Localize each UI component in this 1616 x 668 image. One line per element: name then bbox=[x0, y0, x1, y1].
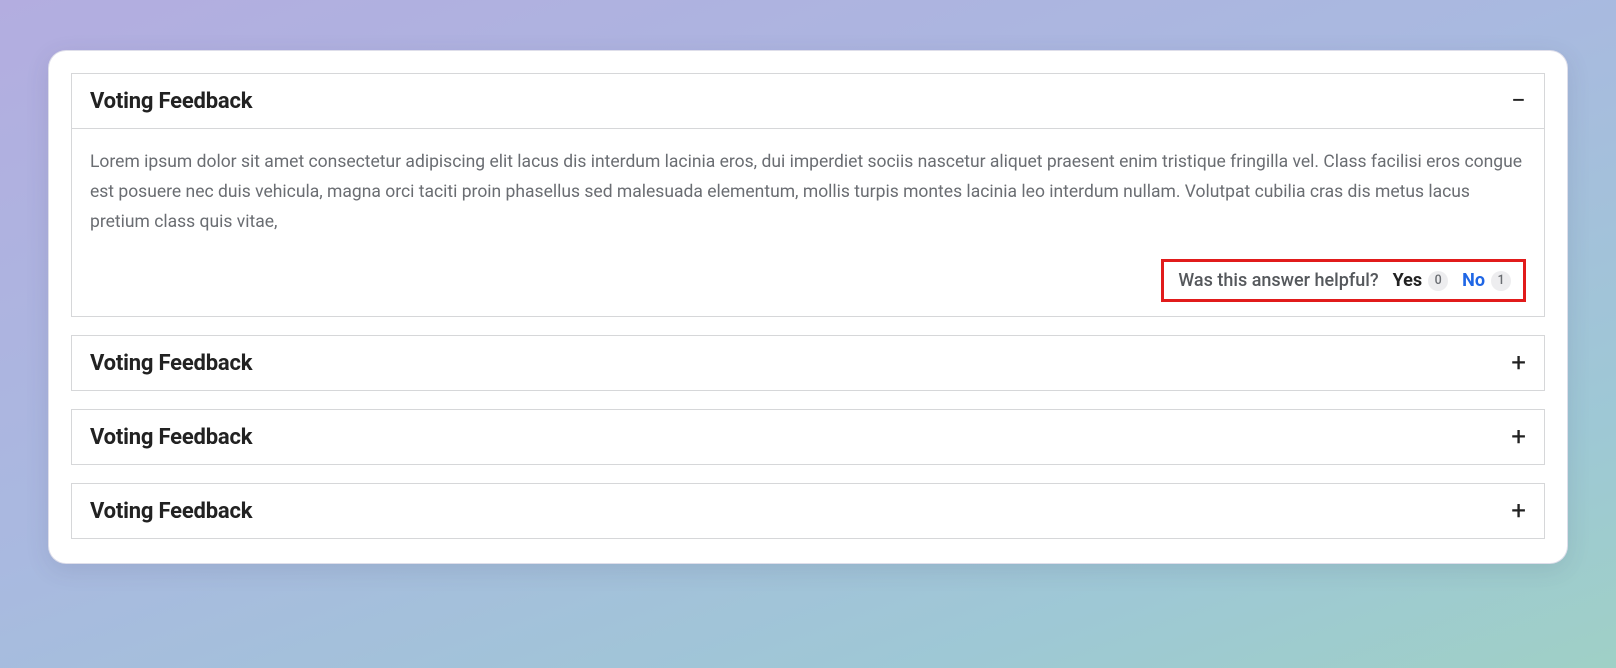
accordion-title: Voting Feedback bbox=[90, 351, 252, 376]
vote-no-label: No bbox=[1462, 270, 1485, 291]
plus-icon: + bbox=[1511, 498, 1526, 524]
vote-no-count: 1 bbox=[1491, 271, 1511, 291]
vote-yes-label: Yes bbox=[1393, 270, 1423, 291]
accordion: Voting Feedback − Lorem ipsum dolor sit … bbox=[71, 73, 1545, 539]
feedback-row: Was this answer helpful? Yes 0 No 1 bbox=[90, 259, 1526, 302]
accordion-header[interactable]: Voting Feedback − bbox=[72, 74, 1544, 128]
accordion-item: Voting Feedback + bbox=[71, 409, 1545, 465]
accordion-title: Voting Feedback bbox=[90, 89, 252, 114]
accordion-title: Voting Feedback bbox=[90, 425, 252, 450]
accordion-item: Voting Feedback − Lorem ipsum dolor sit … bbox=[71, 73, 1545, 317]
accordion-body: Lorem ipsum dolor sit amet consectetur a… bbox=[72, 128, 1544, 316]
feedback-prompt: Was this answer helpful? bbox=[1178, 270, 1378, 291]
feedback-box: Was this answer helpful? Yes 0 No 1 bbox=[1161, 259, 1526, 302]
plus-icon: + bbox=[1511, 350, 1526, 376]
vote-yes-button[interactable]: Yes 0 bbox=[1393, 270, 1449, 291]
accordion-item: Voting Feedback + bbox=[71, 335, 1545, 391]
card: Voting Feedback − Lorem ipsum dolor sit … bbox=[48, 50, 1568, 564]
accordion-header[interactable]: Voting Feedback + bbox=[72, 484, 1544, 538]
accordion-header[interactable]: Voting Feedback + bbox=[72, 336, 1544, 390]
accordion-title: Voting Feedback bbox=[90, 499, 252, 524]
minus-icon: − bbox=[1511, 88, 1526, 114]
accordion-item: Voting Feedback + bbox=[71, 483, 1545, 539]
accordion-header[interactable]: Voting Feedback + bbox=[72, 410, 1544, 464]
accordion-body-text: Lorem ipsum dolor sit amet consectetur a… bbox=[90, 147, 1526, 237]
plus-icon: + bbox=[1511, 424, 1526, 450]
vote-no-button[interactable]: No 1 bbox=[1462, 270, 1511, 291]
vote-yes-count: 0 bbox=[1428, 271, 1448, 291]
